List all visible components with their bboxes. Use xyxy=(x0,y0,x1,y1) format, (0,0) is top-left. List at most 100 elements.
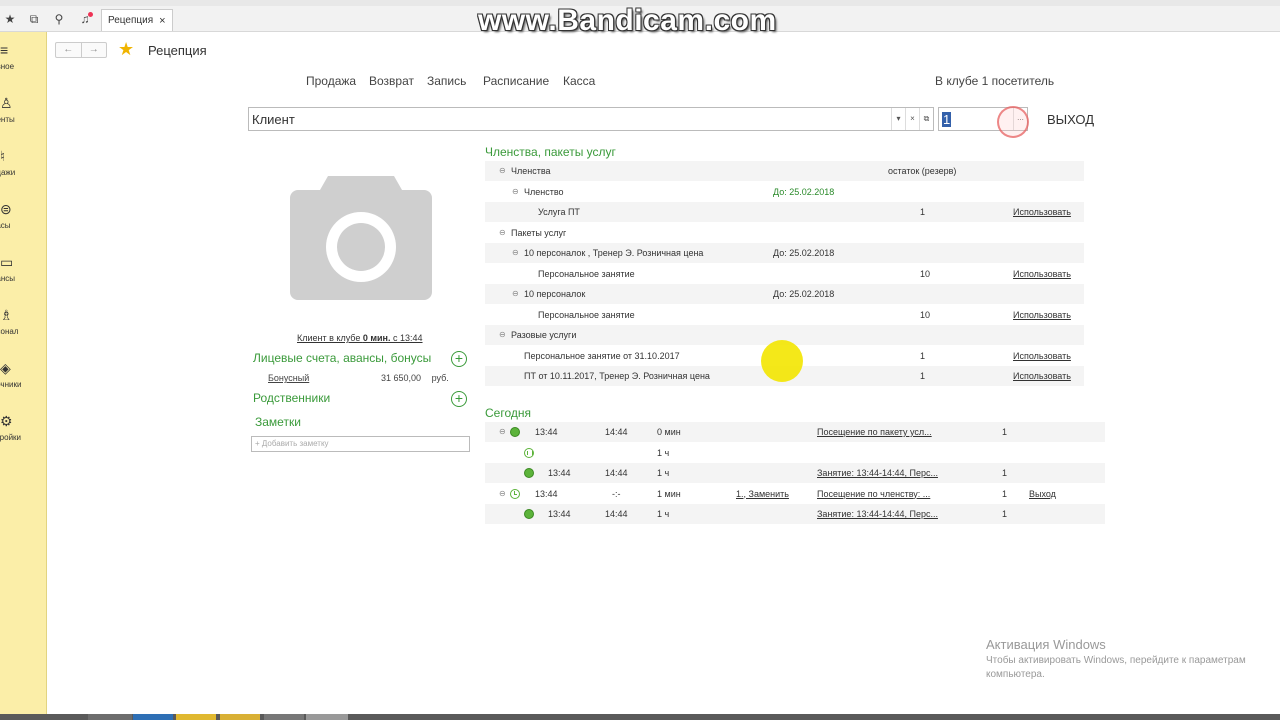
status-active-icon xyxy=(510,427,520,437)
menu-sale[interactable]: Продажа xyxy=(306,74,356,88)
today-title: Сегодня xyxy=(485,406,531,420)
sidebar-item-label: авное xyxy=(0,62,15,71)
use-button[interactable]: Использовать xyxy=(1013,371,1071,381)
membership-date: До: 25.02.2018 xyxy=(773,289,835,299)
relatives-title: Родственники xyxy=(253,391,331,405)
clear-icon[interactable]: × xyxy=(905,108,919,130)
add-relative-icon[interactable]: + xyxy=(451,391,467,407)
pause-icon xyxy=(524,447,534,458)
membership-qty: 1 xyxy=(920,350,926,361)
use-button[interactable]: Использовать xyxy=(1013,351,1071,361)
activation-title: Активация Windows xyxy=(986,637,1106,652)
duration: 0 мин xyxy=(657,427,681,437)
taskbar-item[interactable] xyxy=(264,714,304,720)
collapse-icon[interactable]: ⊖ xyxy=(512,187,519,196)
sidebar-item-staff[interactable]: ♗ рсонал xyxy=(0,307,46,357)
account-name[interactable]: Бонусный xyxy=(268,373,309,383)
sidebar-item-catalogs[interactable]: ◈ вочники xyxy=(0,360,46,410)
add-account-icon[interactable]: + xyxy=(451,351,467,367)
client-field[interactable]: Клиент ▾ × ⧉ xyxy=(248,107,934,131)
sidebar-item-main[interactable]: ≡ авное xyxy=(0,42,46,92)
client-time-suffix: с 13:44 xyxy=(390,333,423,343)
bell-icon[interactable]: ♫ xyxy=(76,10,94,28)
today-row: 13:44 14:44 1 ч Занятие: 13:44-14:44, Перс.… xyxy=(485,463,1105,483)
taskbar-item[interactable] xyxy=(220,714,260,720)
menu-booking[interactable]: Запись xyxy=(427,74,466,88)
forward-arrow-icon[interactable]: → xyxy=(82,43,107,57)
membership-name: Персональное занятие от 31.10.2017 xyxy=(524,350,680,361)
cursor-highlight xyxy=(761,340,803,382)
visit-link[interactable]: Посещение по пакету усл... xyxy=(817,427,932,437)
page-title: Рецепция xyxy=(148,43,207,58)
add-note-input[interactable]: + Добавить заметку xyxy=(251,436,470,452)
membership-name: Членство xyxy=(524,186,564,197)
menu-return[interactable]: Возврат xyxy=(369,74,414,88)
collapse-icon[interactable]: ⊖ xyxy=(499,427,506,436)
start-time: 13:44 xyxy=(548,509,571,519)
sidebar-item-settings[interactable]: ⚙ стройки xyxy=(0,413,46,463)
nav-buttons: ← → xyxy=(55,42,107,58)
visit-link[interactable]: Занятие: 13:44-14:44, Перс... xyxy=(817,468,938,478)
sidebar-item-sales[interactable]: ♮ одажи xyxy=(0,148,46,198)
today-row: ⊖ 13:44 14:44 0 мин Посещение по пакету усл.… xyxy=(485,422,1105,442)
click-indicator xyxy=(997,106,1029,138)
stock-icon: ⊜ xyxy=(0,201,12,217)
visit-link[interactable]: Посещение по членству: ... xyxy=(817,489,930,499)
menu-cashbox[interactable]: Касса xyxy=(563,74,595,88)
status-active-icon xyxy=(524,468,534,478)
membership-name: Персональное занятие xyxy=(538,309,635,320)
membership-name: Услуга ПТ xyxy=(538,207,580,217)
favorite-star-icon[interactable]: ★ xyxy=(118,39,134,60)
collapse-icon[interactable]: ⊖ xyxy=(499,228,506,237)
use-button[interactable]: Использовать xyxy=(1013,269,1071,279)
dropdown-icon[interactable]: ▾ xyxy=(891,108,905,130)
visit-link[interactable]: Занятие: 13:44-14:44, Перс... xyxy=(817,509,938,519)
sidebar-item-finance[interactable]: ▭ нансы xyxy=(0,254,46,304)
taskbar-item[interactable] xyxy=(306,714,348,720)
status-active-icon xyxy=(524,509,534,519)
end-time: 14:44 xyxy=(605,427,628,437)
clients-icon: ♙ xyxy=(0,95,13,111)
membership-date: До: 25.02.2018 xyxy=(773,248,835,258)
collapse-icon[interactable]: ⊖ xyxy=(499,166,506,175)
star-icon[interactable]: ★ xyxy=(1,10,19,28)
sidebar-item-clients[interactable]: ♙ иенты xyxy=(0,95,46,145)
visit-qty: 1 xyxy=(1002,488,1008,499)
accounts-title: Лицевые счета, авансы, бонусы xyxy=(253,351,432,365)
start-time: 13:44 xyxy=(535,427,558,437)
collapse-icon[interactable]: ⊖ xyxy=(512,289,519,298)
exit-button[interactable]: ВЫХОД xyxy=(1047,112,1094,127)
membership-row: ⊖ 10 персоналок , Тренер Э. Розничная цен… xyxy=(485,243,1084,263)
duration: 1 ч xyxy=(657,468,670,478)
settings-icon: ⚙ xyxy=(0,413,13,429)
visit-qty: 1 xyxy=(1002,468,1008,478)
menu-schedule[interactable]: Расписание xyxy=(483,74,549,88)
taskbar-item[interactable] xyxy=(88,714,132,720)
collapse-icon[interactable]: ⊖ xyxy=(499,330,506,339)
membership-name: Разовые услуги xyxy=(511,330,577,340)
taskbar-item[interactable] xyxy=(133,714,173,720)
back-arrow-icon[interactable]: ← xyxy=(56,43,82,57)
notification-dot xyxy=(88,12,93,17)
sidebar-item-label: стройки xyxy=(0,433,21,442)
tab-reception[interactable]: Рецепция × xyxy=(101,9,173,31)
search-icon[interactable]: ⚲ xyxy=(50,10,68,28)
staff-icon: ♗ xyxy=(0,307,13,323)
membership-qty: 1 xyxy=(920,371,926,381)
collapse-icon[interactable]: ⊖ xyxy=(512,248,519,257)
replace-link[interactable]: 1., Заменить xyxy=(736,489,789,499)
taskbar-item[interactable] xyxy=(176,714,216,720)
exit-link[interactable]: Выход xyxy=(1029,489,1056,499)
open-icon[interactable]: ⧉ xyxy=(919,108,933,130)
sidebar-item-label: нансы xyxy=(0,274,16,283)
history-icon[interactable]: ⧉ xyxy=(25,10,43,28)
clock-icon xyxy=(510,488,520,499)
collapse-icon[interactable]: ⊖ xyxy=(499,489,506,498)
account-amount: 31 650,00 xyxy=(381,373,422,383)
use-button[interactable]: Использовать xyxy=(1013,310,1071,320)
sidebar-item-stock[interactable]: ⊜ пасы xyxy=(0,201,46,251)
tab-close-icon[interactable]: × xyxy=(159,11,165,31)
use-button[interactable]: Использовать xyxy=(1013,207,1071,217)
membership-row: Персональное занятие 10 Использовать xyxy=(485,305,1084,325)
start-time: 13:44 xyxy=(548,468,571,478)
